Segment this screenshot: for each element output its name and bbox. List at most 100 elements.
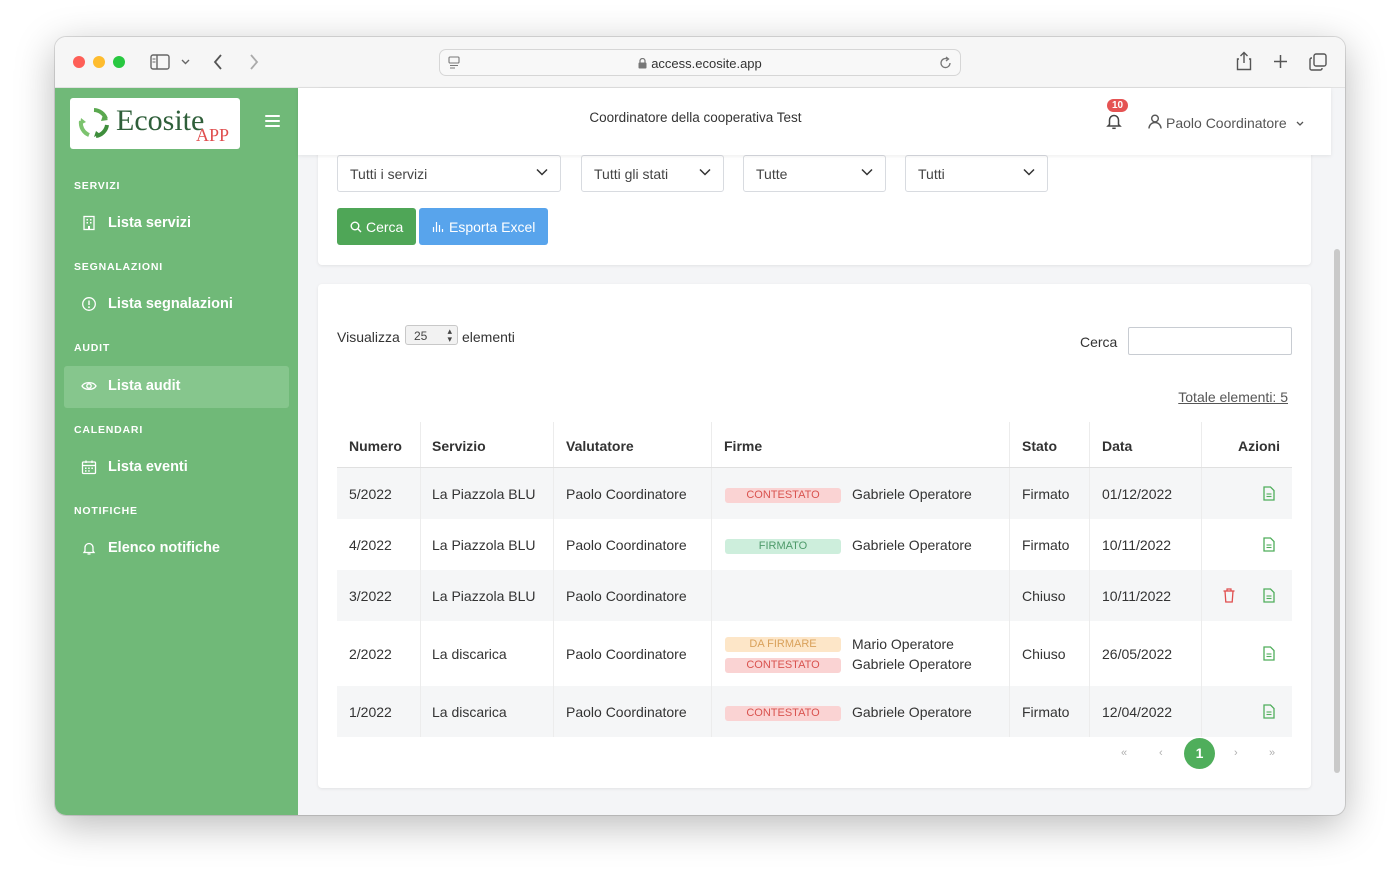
page-length-select[interactable]: 25 ▴ ▾ bbox=[405, 325, 458, 345]
page-length-value: 25 bbox=[414, 329, 428, 343]
service-filter-select[interactable]: Tutti i servizi bbox=[337, 155, 561, 192]
browser-window: access.ecosite.app Ecosite APP SERVIZI L… bbox=[55, 37, 1345, 815]
sidebar-item-label: Lista audit bbox=[108, 378, 181, 394]
sidebar-item-label: Lista eventi bbox=[108, 459, 188, 475]
signer-name: Gabriele Operatore bbox=[852, 704, 972, 720]
cell-data: 10/11/2022 bbox=[1102, 537, 1172, 553]
page-scrollbar[interactable] bbox=[1334, 249, 1340, 773]
last-page-button[interactable]: » bbox=[1269, 747, 1275, 759]
document-icon[interactable] bbox=[1263, 537, 1275, 552]
browser-toolbar: access.ecosite.app bbox=[55, 37, 1345, 88]
sidebar-item-elenco-notifiche[interactable]: Elenco notifiche bbox=[64, 528, 289, 570]
search-button-label: Cerca bbox=[366, 219, 404, 235]
document-icon[interactable] bbox=[1263, 704, 1275, 719]
sidebar-item-lista-eventi[interactable]: Lista eventi bbox=[64, 447, 289, 489]
pagination: « ‹ 1 › » bbox=[318, 738, 1311, 769]
generic-filter-select[interactable]: Tutti bbox=[905, 155, 1048, 192]
column-header-valutatore[interactable]: Valutatore bbox=[566, 438, 634, 454]
user-menu[interactable]: Paolo Coordinatore bbox=[1148, 114, 1304, 131]
column-header-firme[interactable]: Firme bbox=[724, 438, 762, 454]
first-page-button[interactable]: « bbox=[1121, 747, 1127, 759]
reload-icon[interactable] bbox=[939, 56, 952, 70]
status-filter-select[interactable]: Tutti gli stati bbox=[581, 155, 724, 192]
table-row: 3/2022 La Piazzola BLU Paolo Coordinator… bbox=[337, 570, 1292, 621]
notification-bell-icon[interactable] bbox=[1106, 112, 1122, 130]
section-title-audit: AUDIT bbox=[74, 342, 111, 354]
cell-numero: 4/2022 bbox=[349, 537, 392, 553]
cell-valutatore: Paolo Coordinatore bbox=[566, 486, 687, 502]
recycle-logo-icon bbox=[78, 108, 109, 138]
cell-numero: 2/2022 bbox=[349, 646, 392, 662]
cell-servizio: La Piazzola BLU bbox=[432, 537, 536, 553]
eye-icon bbox=[81, 381, 97, 391]
cell-valutatore: Paolo Coordinatore bbox=[566, 537, 687, 553]
trash-icon[interactable] bbox=[1223, 588, 1235, 603]
address-bar[interactable]: access.ecosite.app bbox=[439, 49, 961, 76]
prev-page-button[interactable]: ‹ bbox=[1159, 747, 1163, 759]
cell-servizio: La discarica bbox=[432, 704, 507, 720]
column-header-stato[interactable]: Stato bbox=[1022, 438, 1057, 454]
signer-name: Gabriele Operatore bbox=[852, 656, 972, 672]
next-page-button[interactable]: › bbox=[1234, 747, 1238, 759]
signature-status-badge: CONTESTATO bbox=[725, 658, 841, 673]
close-window-button[interactable] bbox=[73, 56, 85, 68]
cell-stato: Firmato bbox=[1022, 537, 1070, 553]
sidebar-item-lista-servizi[interactable]: Lista servizi bbox=[64, 203, 289, 245]
cell-numero: 5/2022 bbox=[349, 486, 392, 502]
signature-filter-select[interactable]: Tutte bbox=[743, 155, 886, 192]
document-icon[interactable] bbox=[1263, 588, 1275, 603]
signer-name: Gabriele Operatore bbox=[852, 537, 972, 553]
chevron-down-icon bbox=[1023, 168, 1035, 176]
chevron-down-icon bbox=[536, 168, 548, 176]
cell-data: 01/12/2022 bbox=[1102, 486, 1173, 502]
tab-overview-icon[interactable] bbox=[1309, 53, 1327, 71]
menu-toggle-icon[interactable] bbox=[265, 115, 280, 130]
document-icon[interactable] bbox=[1263, 646, 1275, 661]
column-header-data[interactable]: Data bbox=[1102, 438, 1132, 454]
signature-status-badge: CONTESTATO bbox=[725, 706, 841, 721]
cell-data: 26/05/2022 bbox=[1102, 646, 1173, 662]
sidebar-toggle-icon[interactable] bbox=[150, 54, 170, 70]
column-header-numero[interactable]: Numero bbox=[349, 438, 402, 454]
signature-status-badge: CONTESTATO bbox=[725, 488, 841, 503]
cell-stato: Chiuso bbox=[1022, 646, 1066, 662]
select-value: Tutti gli stati bbox=[594, 166, 669, 182]
cell-stato: Firmato bbox=[1022, 486, 1070, 502]
page-title: Coordinatore della cooperativa Test bbox=[589, 110, 802, 125]
table-search-input[interactable] bbox=[1128, 327, 1292, 355]
page-button-current[interactable]: 1 bbox=[1184, 738, 1215, 769]
cell-servizio: La Piazzola BLU bbox=[432, 486, 536, 502]
sidebar-item-lista-audit[interactable]: Lista audit bbox=[64, 366, 289, 408]
app-logo[interactable]: Ecosite APP bbox=[70, 98, 240, 149]
column-header-servizio[interactable]: Servizio bbox=[432, 438, 486, 454]
user-name: Paolo Coordinatore bbox=[1166, 115, 1287, 131]
zoom-window-button[interactable] bbox=[113, 56, 125, 68]
cell-servizio: La Piazzola BLU bbox=[432, 588, 536, 604]
audit-table-card: Visualizza 25 ▴ ▾ elementi Cerca Totale e… bbox=[318, 284, 1311, 788]
chevron-down-icon[interactable] bbox=[181, 59, 190, 65]
table-search-label: Cerca bbox=[1080, 334, 1118, 350]
document-icon[interactable] bbox=[1263, 486, 1275, 501]
export-excel-button[interactable]: Esporta Excel bbox=[419, 208, 548, 245]
signature-status-badge: DA FIRMARE bbox=[725, 637, 841, 652]
chevron-down-icon bbox=[861, 168, 873, 176]
chevron-down-icon bbox=[1296, 121, 1303, 126]
calendar-icon bbox=[81, 460, 97, 475]
logo-subtext: APP bbox=[196, 125, 230, 145]
main-content: Tutti i servizi Tutti gli stati Tutte Tu… bbox=[298, 88, 1331, 815]
sidebar-item-lista-segnalazioni[interactable]: Lista segnalazioni bbox=[64, 284, 289, 326]
back-icon[interactable] bbox=[213, 54, 223, 70]
building-icon bbox=[83, 215, 95, 231]
sidebar-item-label: Elenco notifiche bbox=[108, 540, 220, 556]
bell-icon bbox=[82, 542, 96, 555]
new-tab-icon[interactable] bbox=[1273, 54, 1288, 69]
table-row: 5/2022 La Piazzola BLU Paolo Coordinator… bbox=[337, 468, 1292, 519]
table-row: 2/2022 La discarica Paolo Coordinatore D… bbox=[337, 621, 1292, 686]
minimize-window-button[interactable] bbox=[93, 56, 105, 68]
total-elements-link[interactable]: Totale elementi: 5 bbox=[1178, 389, 1288, 405]
cell-valutatore: Paolo Coordinatore bbox=[566, 588, 687, 604]
forward-icon[interactable] bbox=[249, 54, 259, 70]
share-icon[interactable] bbox=[1236, 51, 1252, 71]
search-button[interactable]: Cerca bbox=[337, 208, 416, 245]
column-header-azioni: Azioni bbox=[1238, 438, 1280, 454]
